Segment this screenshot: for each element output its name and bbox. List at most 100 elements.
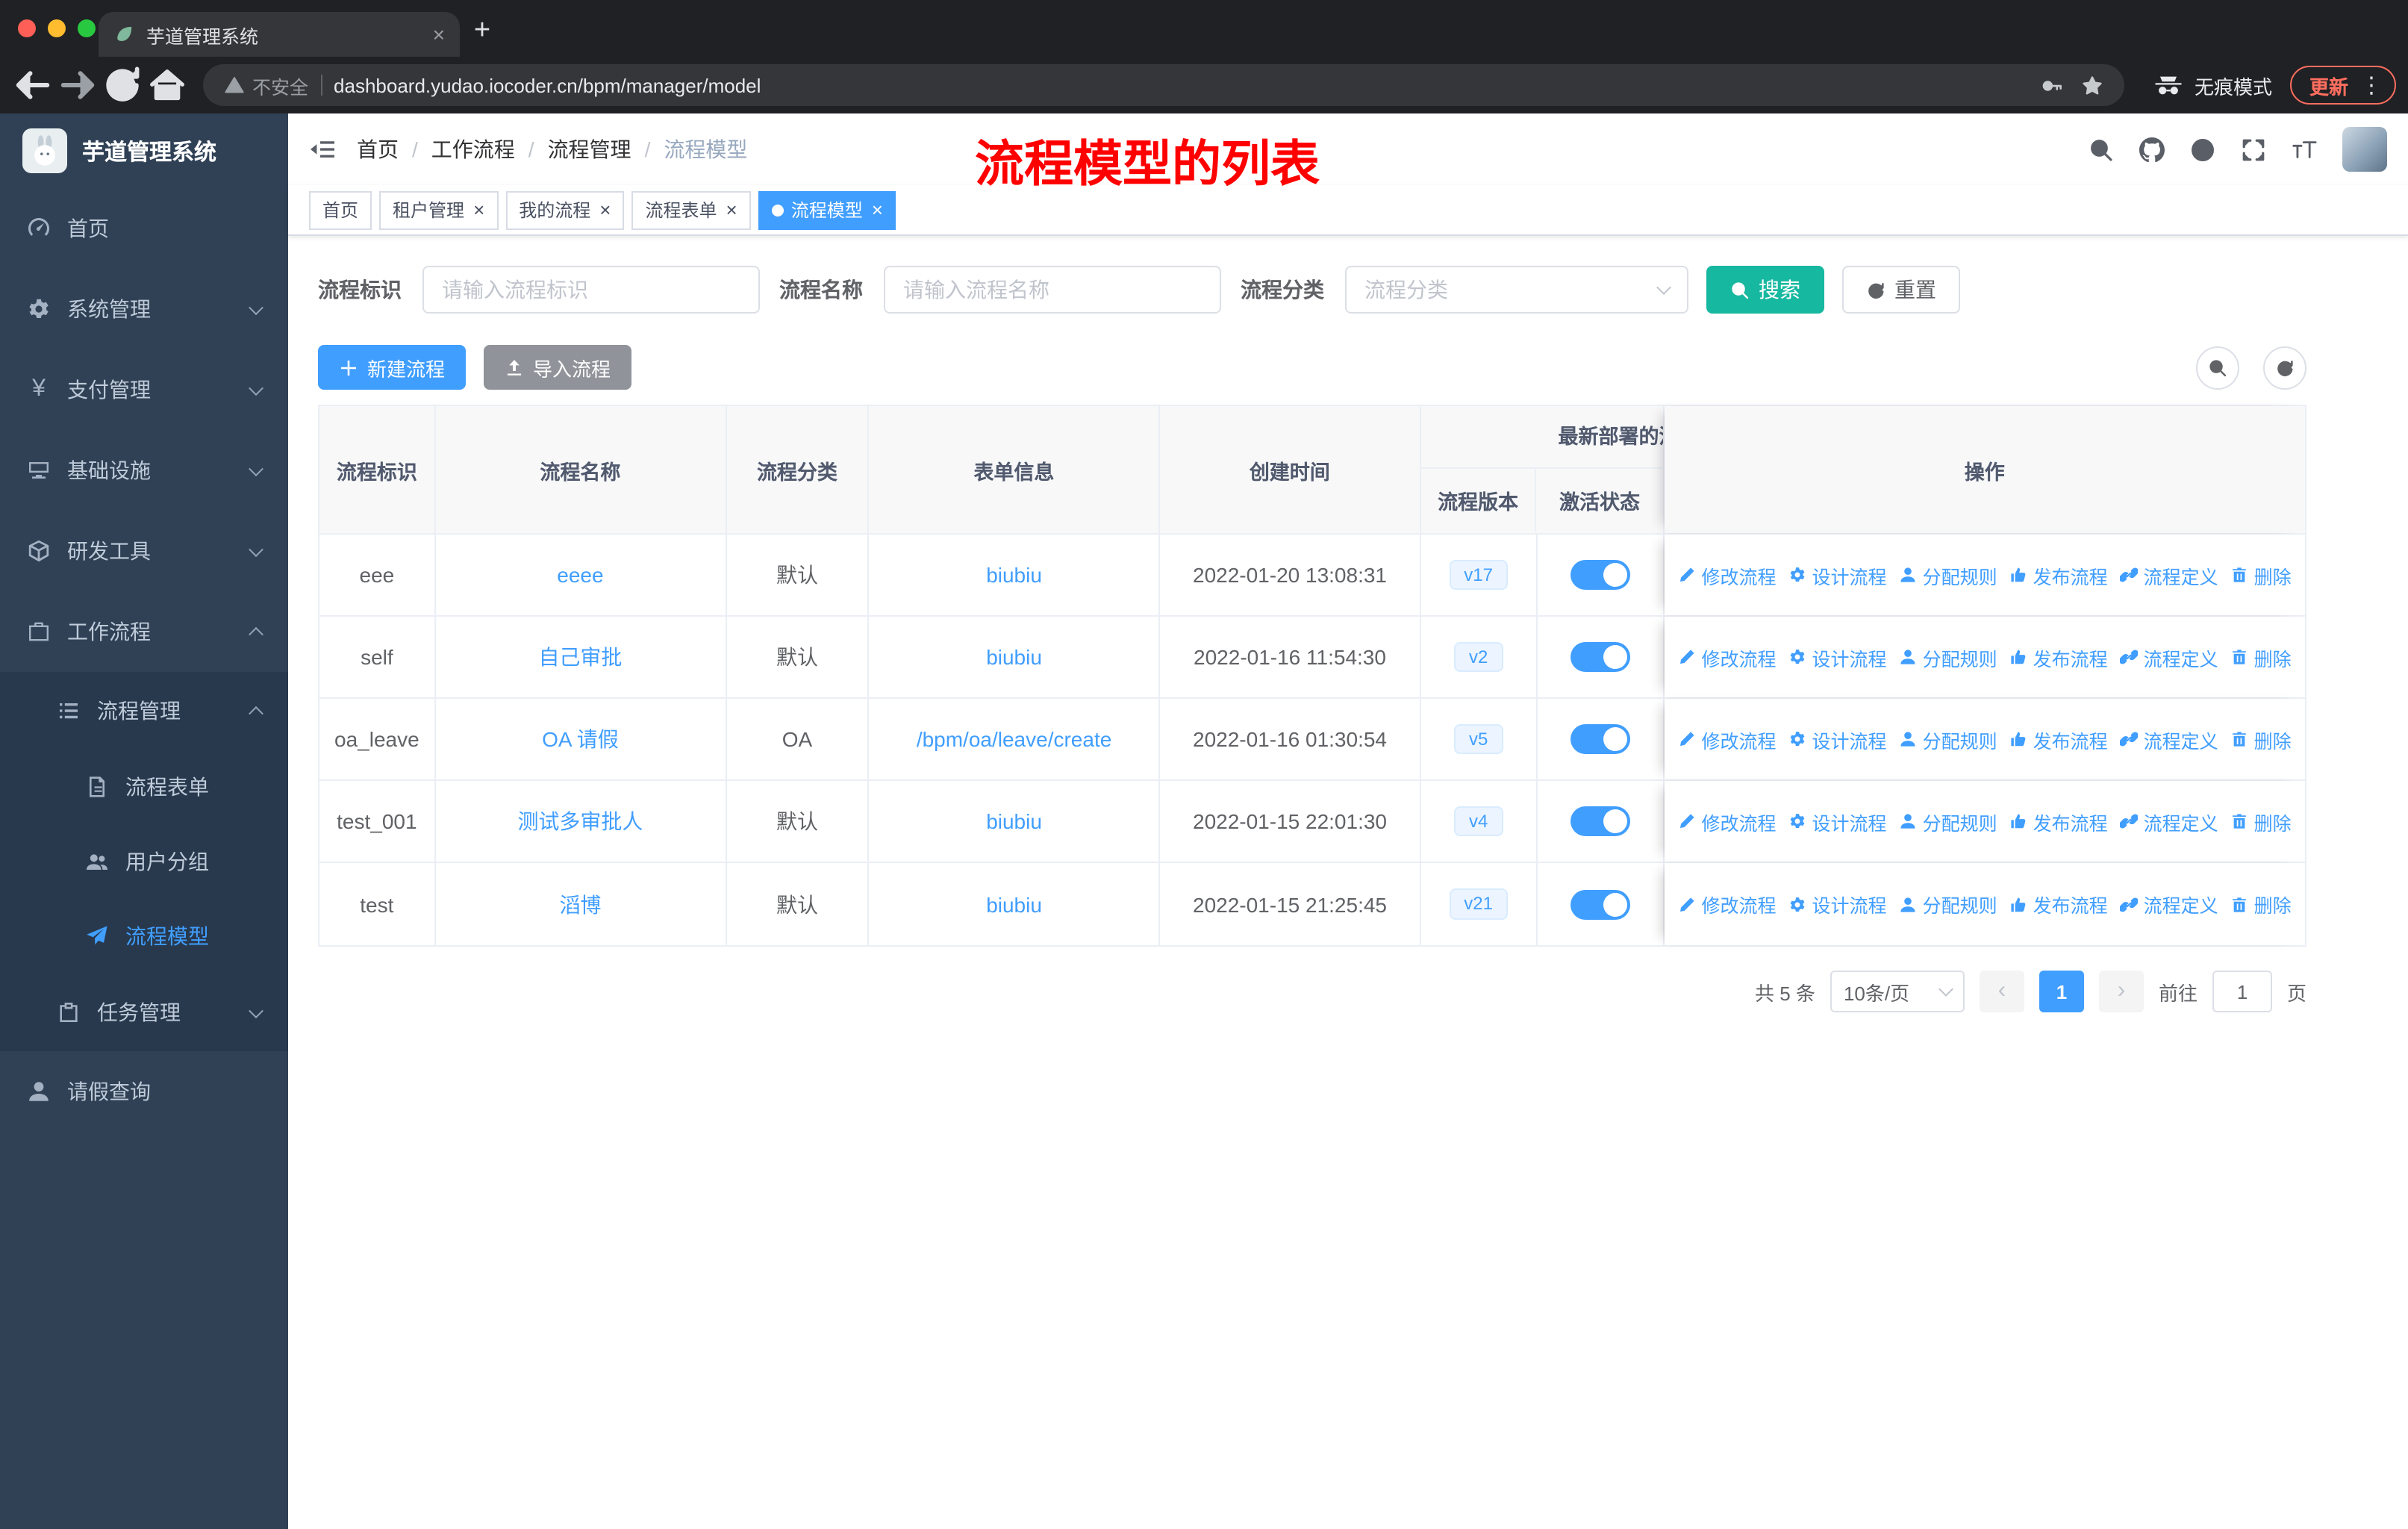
sidebar-item-system[interactable]: 系统管理 (0, 269, 288, 349)
goto-page-input[interactable] (2212, 971, 2272, 1012)
tag-3[interactable]: 流程表单 × (631, 190, 751, 229)
sidebar-item-process-model[interactable]: 流程模型 (0, 899, 288, 974)
row-action-definition[interactable]: 流程定义 (2119, 643, 2218, 671)
row-action-modify[interactable]: 修改流程 (1678, 643, 1777, 671)
row-action-assign-rule[interactable]: 分配规则 (1899, 807, 1997, 835)
sidebar-item-task-manage[interactable]: 任务管理 (0, 974, 288, 1051)
toggle-search-button[interactable] (2196, 346, 2239, 389)
row-action-delete[interactable]: 删除 (2230, 807, 2292, 835)
github-icon[interactable] (2139, 137, 2165, 162)
next-page-button[interactable]: › (2098, 971, 2144, 1012)
create-process-button[interactable]: 新建流程 (318, 345, 467, 390)
help-icon[interactable] (2190, 137, 2215, 162)
tab-close-icon[interactable]: × (433, 22, 445, 46)
minimize-window-button[interactable] (48, 19, 66, 37)
row-action-design[interactable]: 设计流程 (1788, 643, 1887, 671)
form-info-link[interactable]: biubiu (986, 892, 1042, 916)
breadcrumb-item[interactable]: 工作流程 (431, 134, 515, 164)
row-action-modify[interactable]: 修改流程 (1678, 561, 1777, 589)
row-action-definition[interactable]: 流程定义 (2119, 561, 2218, 589)
sidebar-fold-icon[interactable] (309, 136, 336, 163)
sidebar-item-workflow[interactable]: 工作流程 (0, 591, 288, 672)
model-name-link[interactable]: 自己审批 (538, 642, 622, 672)
row-action-delete[interactable]: 删除 (2230, 643, 2292, 671)
tag-active[interactable]: 流程模型 × (758, 190, 896, 229)
active-status-toggle[interactable] (1570, 560, 1630, 590)
row-action-assign-rule[interactable]: 分配规则 (1899, 725, 1997, 753)
bookmark-star-icon[interactable] (2081, 74, 2103, 96)
process-category-select[interactable]: 流程分类 (1345, 266, 1688, 314)
model-name-link[interactable]: 滔博 (559, 889, 601, 919)
row-action-modify[interactable]: 修改流程 (1678, 725, 1777, 753)
fullscreen-icon[interactable] (2241, 137, 2266, 162)
page-size-select[interactable]: 10条/页 (1830, 971, 1965, 1012)
active-status-toggle[interactable] (1570, 642, 1630, 672)
breadcrumb-item[interactable]: 首页 (357, 134, 399, 164)
row-action-assign-rule[interactable]: 分配规则 (1899, 561, 1997, 589)
sidebar-item-home[interactable]: 首页 (0, 188, 288, 269)
forward-icon[interactable] (57, 64, 99, 106)
browser-menu-icon[interactable]: ⋮ (2354, 72, 2389, 99)
tag-close-icon[interactable]: × (599, 199, 611, 221)
breadcrumb-item[interactable]: 流程模型 (664, 134, 747, 164)
sidebar-logo[interactable]: 芋道管理系统 (0, 113, 288, 188)
row-action-assign-rule[interactable]: 分配规则 (1899, 643, 1997, 671)
prev-page-button[interactable]: ‹ (1979, 971, 2024, 1012)
address-bar[interactable]: 不安全 dashboard.yudao.iocoder.cn/bpm/manag… (203, 64, 2124, 106)
new-tab-button[interactable]: + (460, 9, 505, 54)
browser-tab[interactable]: 芋道管理系统 × (99, 12, 460, 57)
row-action-modify[interactable]: 修改流程 (1678, 890, 1777, 918)
active-status-toggle[interactable] (1570, 889, 1630, 919)
import-process-button[interactable]: 导入流程 (484, 345, 632, 390)
tag-close-icon[interactable]: × (473, 199, 484, 221)
password-key-icon[interactable] (2041, 74, 2063, 96)
row-action-modify[interactable]: 修改流程 (1678, 807, 1777, 835)
active-status-toggle[interactable] (1570, 806, 1630, 836)
row-action-definition[interactable]: 流程定义 (2119, 725, 2218, 753)
sidebar-item-process-manage[interactable]: 流程管理 (0, 672, 288, 750)
refresh-table-button[interactable] (2263, 346, 2306, 389)
process-name-input[interactable] (884, 266, 1221, 314)
row-action-publish[interactable]: 发布流程 (2009, 725, 2108, 753)
sidebar-item-user-group[interactable]: 用户分组 (0, 824, 288, 899)
row-action-design[interactable]: 设计流程 (1788, 561, 1887, 589)
sidebar-item-process-form[interactable]: 流程表单 (0, 750, 288, 824)
row-action-assign-rule[interactable]: 分配规则 (1899, 890, 1997, 918)
row-action-publish[interactable]: 发布流程 (2009, 561, 2108, 589)
row-action-definition[interactable]: 流程定义 (2119, 807, 2218, 835)
form-info-link[interactable]: biubiu (986, 645, 1042, 669)
row-action-design[interactable]: 设计流程 (1788, 890, 1887, 918)
row-action-design[interactable]: 设计流程 (1788, 725, 1887, 753)
model-name-link[interactable]: eeee (557, 563, 603, 587)
row-action-publish[interactable]: 发布流程 (2009, 643, 2108, 671)
row-action-delete[interactable]: 删除 (2230, 561, 2292, 589)
model-name-link[interactable]: OA 请假 (542, 724, 619, 754)
search-button[interactable]: 搜索 (1706, 266, 1824, 314)
reset-button[interactable]: 重置 (1842, 266, 1960, 314)
security-chip[interactable]: 不安全 (224, 71, 308, 99)
tag-1[interactable]: 租户管理 × (379, 190, 499, 229)
zoom-window-button[interactable] (78, 19, 96, 37)
sidebar-item-leave-query[interactable]: 请假查询 (0, 1051, 288, 1132)
form-info-link[interactable]: /bpm/oa/leave/create (917, 727, 1112, 751)
home-icon[interactable] (146, 64, 188, 106)
row-action-delete[interactable]: 删除 (2230, 725, 2292, 753)
sidebar-item-payment[interactable]: ¥ 支付管理 (0, 349, 288, 430)
row-action-publish[interactable]: 发布流程 (2009, 890, 2108, 918)
back-icon[interactable] (12, 64, 54, 106)
active-status-toggle[interactable] (1570, 724, 1630, 754)
tag-0[interactable]: 首页 (309, 190, 372, 229)
header-search-icon[interactable] (2089, 137, 2114, 162)
font-size-icon[interactable] (2292, 137, 2317, 162)
process-key-input[interactable] (422, 266, 760, 314)
form-info-link[interactable]: biubiu (986, 563, 1042, 587)
tag-close-icon[interactable]: × (726, 199, 737, 221)
model-name-link[interactable]: 测试多审批人 (517, 806, 643, 836)
breadcrumb-item[interactable]: 流程管理 (548, 134, 631, 164)
tag-close-icon[interactable]: × (872, 199, 883, 221)
page-1-button[interactable]: 1 (2039, 971, 2084, 1012)
row-action-definition[interactable]: 流程定义 (2119, 890, 2218, 918)
user-avatar[interactable] (2342, 127, 2387, 172)
row-action-design[interactable]: 设计流程 (1788, 807, 1887, 835)
form-info-link[interactable]: biubiu (986, 809, 1042, 833)
